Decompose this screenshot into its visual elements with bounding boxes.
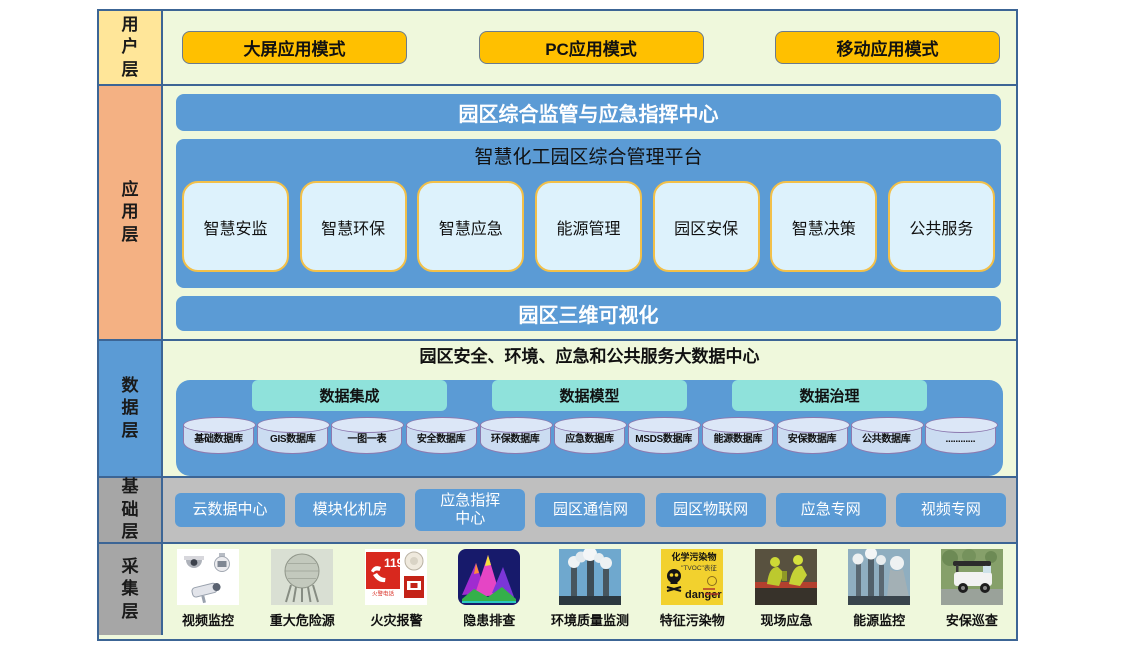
layer-label-collect-text: 采集层 [120,556,140,623]
danger-sign-image: 化学污染物 "TVOC"表征 danger [661,549,723,605]
collection-layer-content: 视频监控 重大危险源 119 火 [163,544,1016,635]
mode-pc: PC应用模式 [479,31,704,64]
facility-emergency-network: 应急专网 [776,493,886,527]
architecture-diagram: 用户层 大屏应用模式 PC应用模式 移动应用模式 应用层 园区综合监管与应急指挥… [97,9,1018,641]
application-layer-row: 应用层 园区综合监管与应急指挥中心 智慧化工园区综合管理平台 智慧安监 智慧环保… [99,84,1016,339]
db-basic: 基础数据库 [183,424,254,454]
layer-label-data-text: 数据层 [120,375,140,442]
module-security: 园区安保 [653,181,760,272]
db-emergency: 应急数据库 [554,424,625,454]
db-environment: 环保数据库 [480,424,551,454]
mode-mobile: 移动应用模式 [775,31,1000,64]
collect-label-hazard-check: 隐患排查 [463,610,515,629]
db-public: 公共数据库 [851,424,922,454]
db-more: ............ [925,424,996,454]
collect-label-video: 视频监控 [182,610,234,629]
application-layer-content: 园区综合监管与应急指挥中心 智慧化工园区综合管理平台 智慧安监 智慧环保 智慧应… [163,86,1016,339]
data-layer-content: 园区安全、环境、应急和公共服务大数据中心 数据集成 数据模型 数据治理 基础数据… [163,341,1016,476]
collect-item-energy-monitor: 能源监控 [848,549,910,635]
module-safety-supervision: 智慧安监 [182,181,289,272]
platform-title: 智慧化工园区综合管理平台 [180,144,997,172]
platform-container: 智慧化工园区综合管理平台 智慧安监 智慧环保 智慧应急 能源管理 园区安保 智慧… [176,139,1001,287]
collect-label-onsite-emergency: 现场应急 [760,610,812,629]
danger-sign-sub: "TVOC"表征 [681,563,717,572]
fire-sign-caption: 火警电话 [372,590,395,598]
patrol-cart-image [941,549,1003,605]
collect-item-onsite-emergency: 现场应急 [755,549,817,635]
command-center-bar: 园区综合监管与应急指挥中心 [176,94,1001,131]
db-safety: 安全数据库 [406,424,477,454]
module-cards: 智慧安监 智慧环保 智慧应急 能源管理 园区安保 智慧决策 公共服务 [180,181,997,272]
collect-item-hazard-source: 重大危险源 [270,549,335,635]
layer-label-user: 用户层 [99,11,163,84]
module-public-service: 公共服务 [888,181,995,272]
data-layer-row: 数据层 园区安全、环境、应急和公共服务大数据中心 数据集成 数据模型 数据治理 … [99,339,1016,476]
hazard-tank-image [271,549,333,605]
data-center-container: 数据集成 数据模型 数据治理 基础数据库 GIS数据库 一图一表 安全数据库 环… [176,380,1003,476]
layer-label-user-text: 用户层 [120,14,140,81]
facility-emergency-command-center: 应急指挥中心 [415,489,525,531]
user-layer-row: 用户层 大屏应用模式 PC应用模式 移动应用模式 [99,11,1016,84]
db-energy: 能源数据库 [702,424,773,454]
layer-label-infra-text: 基础层 [120,476,140,543]
layer-label-data: 数据层 [99,341,163,476]
module-decision: 智慧决策 [770,181,877,272]
infrastructure-layer-content: 云数据中心 模块化机房 应急指挥中心 园区通信网 园区物联网 应急专网 视频专网 [163,478,1016,542]
collect-item-hazard-check: 隐患排查 [458,549,520,635]
collect-label-pollutant: 特征污染物 [660,610,725,629]
power-plant-image [848,549,910,605]
mode-bigscreen: 大屏应用模式 [182,31,407,64]
module-environment: 智慧环保 [300,181,407,272]
module-emergency: 智慧应急 [417,181,524,272]
layer-label-collect: 采集层 [99,544,163,635]
collect-item-pollutant: 化学污染物 "TVOC"表征 danger 特征污染物 [660,549,725,635]
layer-label-app-text: 应用层 [120,179,140,246]
func-data-model: 数据模型 [492,380,687,411]
func-data-governance: 数据治理 [732,380,927,411]
collect-item-env-monitor: 环境质量监测 [551,549,629,635]
db-msds: MSDS数据库 [628,424,699,454]
layer-label-app: 应用层 [99,86,163,339]
facility-park-comm-network: 园区通信网 [535,493,645,527]
facility-park-iot: 园区物联网 [656,493,766,527]
fire-alarm-image: 119 火警电话 [365,549,427,605]
collection-layer-row: 采集层 视频监控 [99,542,1016,635]
collect-item-fire-alarm: 119 火警电话 火灾报警 [365,549,427,635]
facility-modular-server-room: 模块化机房 [295,493,405,527]
database-cylinders: 基础数据库 GIS数据库 一图一表 安全数据库 环保数据库 应急数据库 MSDS… [182,424,997,454]
visualization-bar: 园区三维可视化 [176,296,1001,332]
data-center-title: 园区安全、环境、应急和公共服务大数据中心 [163,344,1016,369]
db-one-map: 一图一表 [331,424,402,454]
collect-label-env-monitor: 环境质量监测 [551,610,629,629]
layer-label-infra: 基础层 [99,478,163,542]
data-functions: 数据集成 数据模型 数据治理 [182,380,997,411]
db-gis: GIS数据库 [257,424,328,454]
module-energy: 能源管理 [535,181,642,272]
fire-sign-number: 119 [384,556,404,570]
collect-label-energy-monitor: 能源监控 [853,610,905,629]
collect-label-fire-alarm: 火灾报警 [370,610,422,629]
hazard-heatmap-image [458,549,520,605]
video-surveillance-image [177,549,239,605]
danger-sign-word: danger [685,589,722,601]
db-security: 安保数据库 [777,424,848,454]
smokestacks-image [559,549,621,605]
hazmat-responders-image [755,549,817,605]
danger-sign-title: 化学污染物 [672,551,717,562]
collect-label-patrol: 安保巡查 [946,610,998,629]
user-layer-content: 大屏应用模式 PC应用模式 移动应用模式 [163,11,1016,84]
collect-label-hazard-source: 重大危险源 [270,610,335,629]
collect-item-patrol: 安保巡查 [941,549,1003,635]
facility-cloud-datacenter: 云数据中心 [175,493,285,527]
func-data-integration: 数据集成 [252,380,447,411]
infrastructure-layer-row: 基础层 云数据中心 模块化机房 应急指挥中心 园区通信网 园区物联网 应急专网 … [99,476,1016,542]
collect-item-video: 视频监控 [177,549,239,635]
facility-video-network: 视频专网 [896,493,1006,527]
